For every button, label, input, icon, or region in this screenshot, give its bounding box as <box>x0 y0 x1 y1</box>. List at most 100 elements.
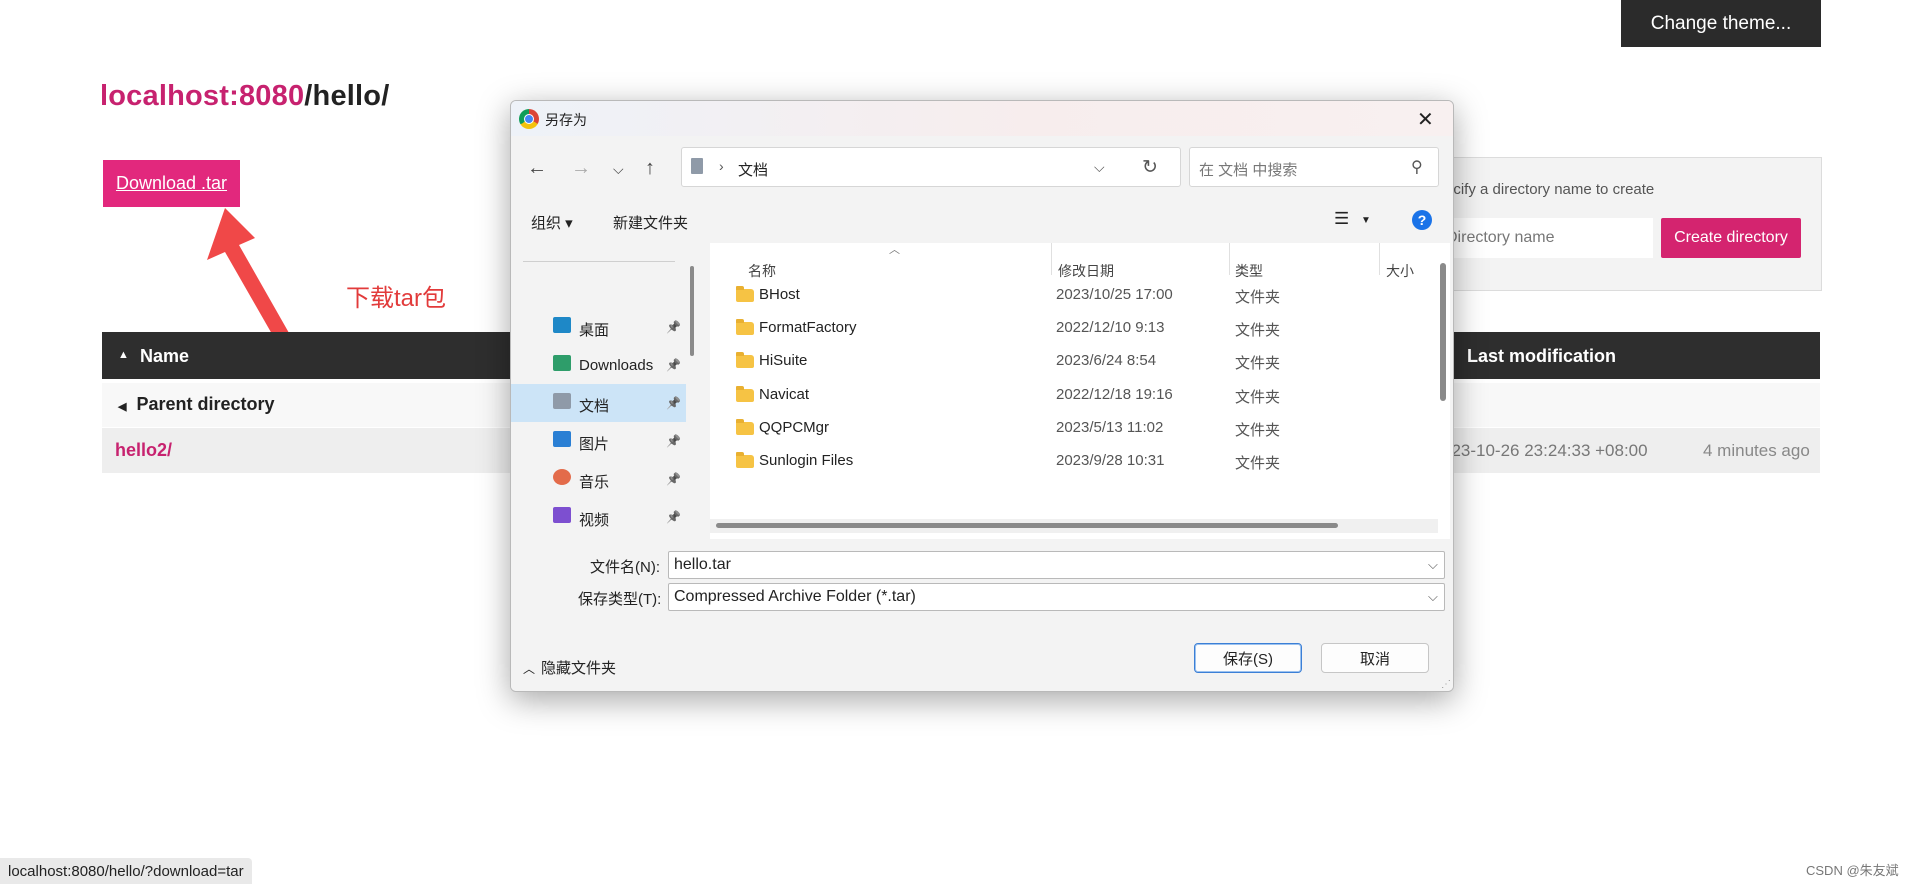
download-icon <box>553 355 571 371</box>
status-bar-url: localhost:8080/hello/?download=tar <box>0 858 252 884</box>
breadcrumb-chevron-icon: › <box>719 158 724 174</box>
recent-locations-chevron-icon[interactable]: ⌵ <box>613 161 624 178</box>
search-icon[interactable]: ⚲ <box>1411 157 1423 177</box>
file-date: 2023/10/25 17:00 <box>1056 286 1173 303</box>
pin-icon: 📌 <box>666 510 681 524</box>
file-link[interactable]: hello2/ <box>115 440 172 461</box>
file-type: 文件夹 <box>1235 355 1281 372</box>
help-icon[interactable]: ? <box>1412 210 1432 230</box>
pin-icon: 📌 <box>666 320 681 334</box>
sort-up-icon: ▲ <box>118 349 129 361</box>
back-arrow-icon[interactable]: ← <box>527 157 547 180</box>
pictures-icon <box>553 431 571 447</box>
filename-dropdown-icon[interactable]: ⌵ <box>1428 557 1438 573</box>
folder-icon <box>736 286 754 302</box>
pin-icon: 📌 <box>666 358 681 372</box>
music-icon <box>553 469 571 485</box>
filetype-label: 保存类型(T): <box>578 591 662 608</box>
directory-name-input[interactable]: Directory name <box>1440 218 1653 258</box>
filetype-dropdown-icon[interactable]: ⌵ <box>1428 589 1438 605</box>
folder-icon <box>736 319 754 335</box>
close-icon[interactable]: ✕ <box>1417 107 1434 132</box>
sidebar-item-label: 音乐 <box>579 474 610 491</box>
column-modified-header[interactable]: Last modification <box>1467 346 1616 367</box>
parent-directory-label: Parent directory <box>136 394 275 414</box>
caret-left-icon: ◀ <box>118 401 127 413</box>
file-name: FormatFactory <box>759 319 857 336</box>
title-host[interactable]: localhost:8080 <box>100 80 304 112</box>
mkdir-hint: ecify a directory name to create <box>1445 181 1655 198</box>
view-options-icon[interactable]: ☰ <box>1334 209 1349 229</box>
file-type: 文件夹 <box>1235 322 1281 339</box>
address-dropdown-icon[interactable]: ⌵ <box>1094 159 1105 176</box>
watermark: CSDN @朱友斌 <box>1806 863 1899 878</box>
file-type: 文件夹 <box>1235 455 1281 472</box>
filetype-select[interactable]: Compressed Archive Folder (*.tar) <box>668 583 1445 611</box>
nav-scrollbar[interactable] <box>690 266 694 356</box>
pin-icon: 📌 <box>666 396 681 410</box>
pin-icon: 📌 <box>666 434 681 448</box>
refresh-icon[interactable]: ↻ <box>1142 156 1158 179</box>
chrome-icon <box>519 109 539 129</box>
page-title: localhost:8080/hello/ <box>100 80 389 113</box>
parent-directory-link[interactable]: ◀ Parent directory <box>118 394 275 415</box>
file-type: 文件夹 <box>1235 289 1281 306</box>
sidebar-item-label: 图片 <box>579 436 610 453</box>
sidebar-item-label: 文档 <box>579 398 610 415</box>
change-theme-button[interactable]: Change theme... <box>1621 0 1821 47</box>
create-directory-button[interactable]: Create directory <box>1661 218 1801 258</box>
annotation-text: 下载tar包 <box>346 285 447 312</box>
hide-folders-toggle[interactable]: ︿ 隐藏文件夹 <box>523 657 616 678</box>
sidebar-item-label: 视频 <box>579 512 610 529</box>
dialog-titlebar <box>511 101 1453 136</box>
modified-ago: 4 minutes ago <box>1703 441 1810 460</box>
organize-menu[interactable]: 组织 ▾ <box>531 212 573 233</box>
new-folder-button[interactable]: 新建文件夹 <box>613 212 688 233</box>
up-arrow-icon[interactable]: ↑ <box>645 157 655 180</box>
file-name: QQPCMgr <box>759 419 830 436</box>
resize-grip-icon[interactable]: ⋰ <box>1441 679 1451 690</box>
sidebar-item-label: Downloads <box>579 357 654 374</box>
document-icon <box>691 158 703 174</box>
filename-input[interactable]: hello.tar <box>668 551 1445 579</box>
column-divider[interactable] <box>1229 243 1230 275</box>
video-icon <box>553 507 571 523</box>
file-date: 2023/9/28 10:31 <box>1056 452 1165 469</box>
horizontal-scroll-thumb[interactable] <box>716 523 1338 528</box>
nav-divider <box>523 261 675 262</box>
file-name: Sunlogin Files <box>759 452 854 469</box>
document-icon <box>553 393 571 409</box>
view-dropdown-icon[interactable]: ▼ <box>1361 215 1371 226</box>
search-placeholder: 在 文档 中搜索 <box>1199 162 1298 179</box>
file-date: 2023/6/24 8:54 <box>1056 352 1157 369</box>
file-type: 文件夹 <box>1235 389 1281 406</box>
file-type: 文件夹 <box>1235 422 1281 439</box>
cancel-button[interactable]: 取消 <box>1321 643 1429 673</box>
save-button[interactable]: 保存(S) <box>1194 643 1302 673</box>
file-name: BHost <box>759 286 800 303</box>
forward-arrow-icon[interactable]: → <box>571 157 591 180</box>
modified-date: 023-10-26 23:24:33 +08:00 <box>1442 441 1648 460</box>
title-path: /hello/ <box>304 80 390 112</box>
chevron-up-icon: ︿ <box>523 662 536 676</box>
sidebar-item-label: 桌面 <box>579 322 610 339</box>
folder-icon <box>736 452 754 468</box>
file-name: HiSuite <box>759 352 808 369</box>
save-as-dialog: 另存为 ✕ ← → ⌵ ↑ › 文档 ⌵ ↻ 在 文档 中搜索 ⚲ 组织 ▾ 新… <box>510 100 1454 692</box>
hide-folders-label: 隐藏文件夹 <box>541 660 617 677</box>
sort-caret-icon: ︿ <box>889 244 900 256</box>
breadcrumb[interactable]: 文档 <box>738 159 768 180</box>
column-divider[interactable] <box>1379 243 1380 275</box>
file-date: 2022/12/18 19:16 <box>1056 386 1173 403</box>
vertical-scroll-thumb[interactable] <box>1440 263 1446 401</box>
folder-icon <box>736 419 754 435</box>
file-date: 2023/5/13 11:02 <box>1056 419 1164 436</box>
pin-icon: 📌 <box>666 472 681 486</box>
column-divider[interactable] <box>1051 243 1052 275</box>
folder-icon <box>736 352 754 368</box>
annotation-arrow <box>207 208 293 348</box>
file-date: 2022/12/10 9:13 <box>1056 319 1165 336</box>
desktop-icon <box>553 317 571 333</box>
filename-label: 文件名(N): <box>590 559 660 576</box>
column-name-header[interactable]: Name <box>140 346 189 367</box>
